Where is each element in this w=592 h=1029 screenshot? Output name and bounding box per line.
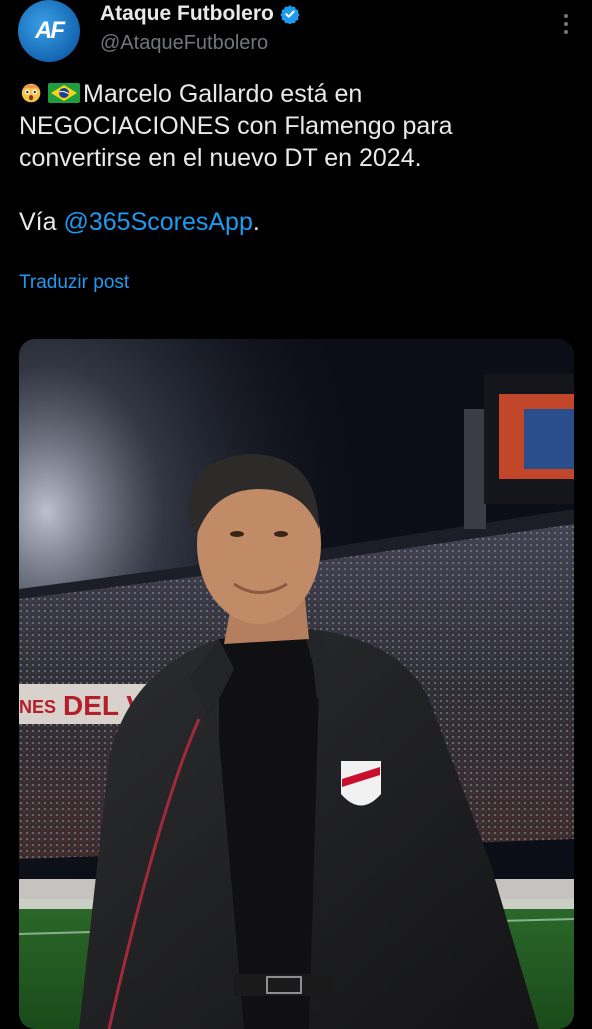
tweet-photo[interactable]: NES DEL VI <box>19 339 574 1029</box>
tweet-line-3: convertirse en el nuevo DT en 2024. <box>19 144 422 172</box>
photo-illustration: NES DEL VI <box>19 339 574 1029</box>
via-prefix: Vía <box>19 208 64 236</box>
avatar[interactable]: AF <box>18 0 80 62</box>
verified-badge-icon <box>280 5 300 24</box>
mention-link[interactable]: @365ScoresApp <box>63 208 252 236</box>
tweet-line-2: NEGOCIACIONES con Flamengo para <box>19 112 453 140</box>
translate-post-link[interactable]: Traduzir post <box>19 272 129 294</box>
author-name-row[interactable]: Ataque Futbolero <box>100 2 300 26</box>
avatar-logo: AF <box>35 17 65 44</box>
tweet-line-1: Marcelo Gallardo está en <box>83 80 363 108</box>
tweet-via-line: Vía @365ScoresApp. <box>19 206 579 238</box>
author-handle[interactable]: @AtaqueFutbolero <box>100 32 268 55</box>
brazil-flag-emoji <box>48 83 80 103</box>
author-display-name[interactable]: Ataque Futbolero <box>100 2 274 26</box>
banner-text-left: NES <box>19 697 56 717</box>
tweet-text: Marcelo Gallardo está en NEGOCIACIONES c… <box>19 78 579 238</box>
more-options-icon[interactable] <box>564 14 568 34</box>
via-suffix: . <box>252 208 260 236</box>
astonished-face-emoji <box>21 83 41 103</box>
